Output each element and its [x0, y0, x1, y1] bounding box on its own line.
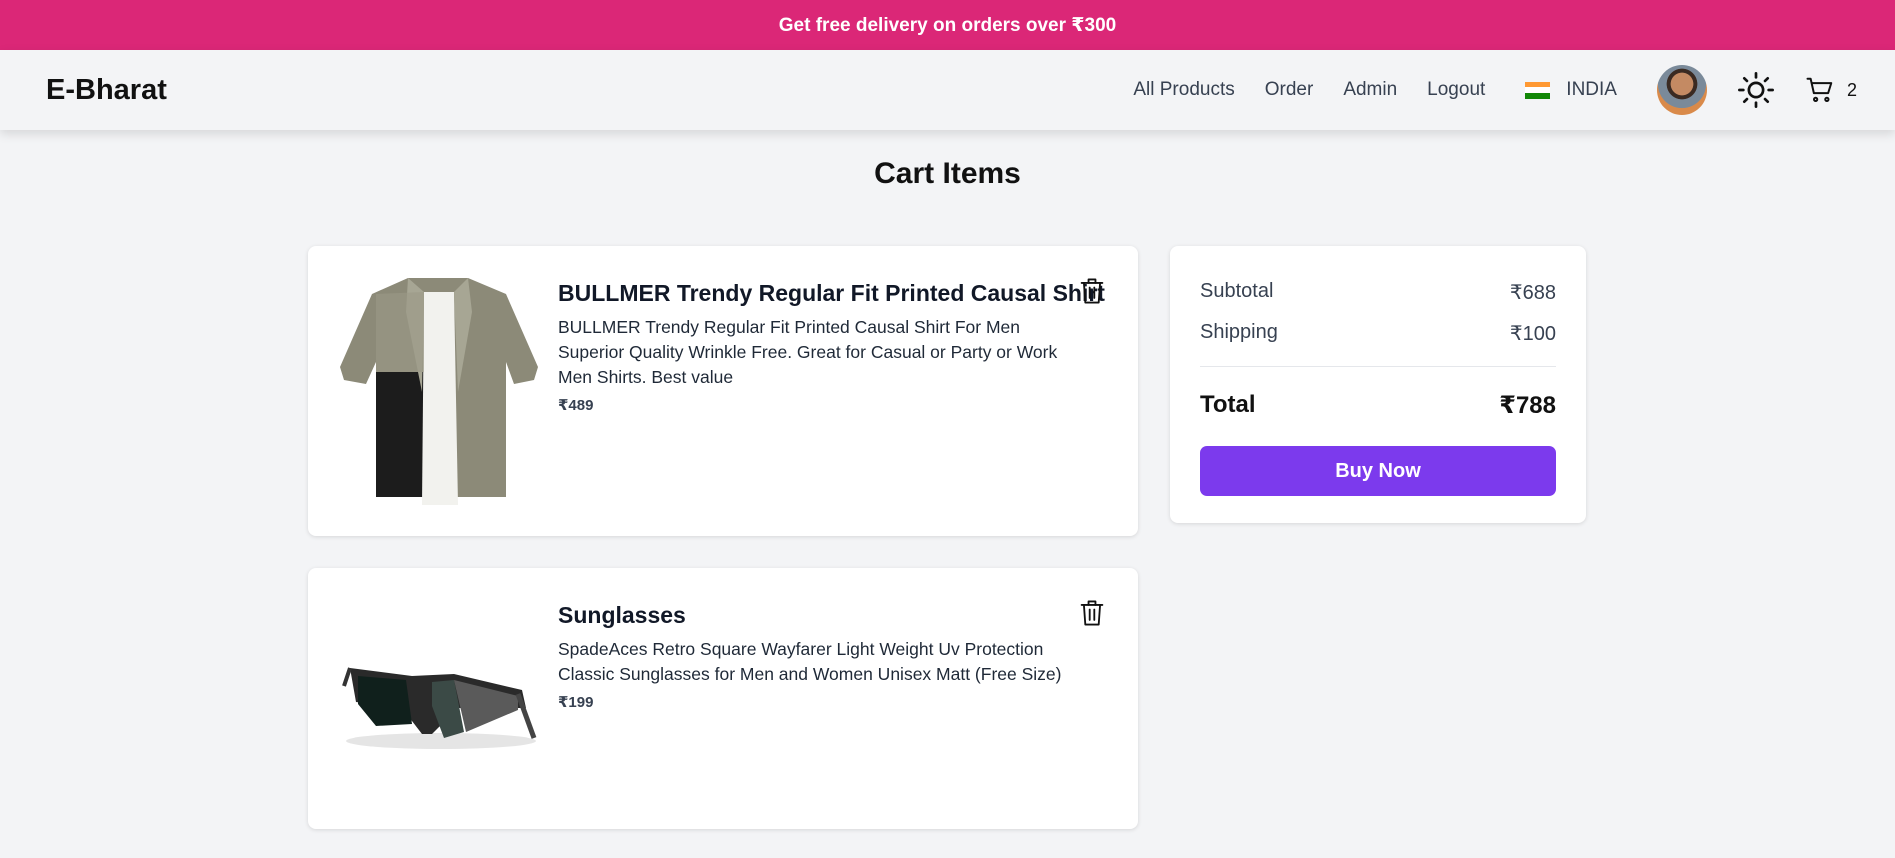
- cart-count: 2: [1846, 79, 1857, 100]
- subtotal-row: Subtotal ₹688: [1200, 280, 1556, 305]
- total-label: Total: [1200, 391, 1256, 418]
- product-price: ₹489: [558, 397, 594, 414]
- cart-item: Sunglasses SpadeAces Retro Square Wayfar…: [308, 568, 1138, 829]
- navbar: E-Bharat All Products Order Admin Logout…: [0, 50, 1895, 130]
- promo-banner: Get free delivery on orders over ₹300: [0, 0, 1895, 50]
- page-title: Cart Items: [874, 157, 1021, 190]
- nav-order[interactable]: Order: [1265, 79, 1314, 101]
- cart-button[interactable]: 2: [1805, 75, 1857, 105]
- cart-item-info: BULLMER Trendy Regular Fit Printed Causa…: [558, 280, 1105, 414]
- shipping-row: Shipping ₹100: [1200, 321, 1556, 346]
- product-title[interactable]: Sunglasses: [558, 602, 1078, 629]
- shipping-value: ₹100: [1509, 323, 1556, 345]
- sun-icon: [1738, 72, 1774, 108]
- nav-admin[interactable]: Admin: [1343, 79, 1397, 101]
- total-row: Total ₹788: [1200, 391, 1556, 420]
- cart-item: BULLMER Trendy Regular Fit Printed Causa…: [308, 246, 1138, 536]
- country-selector[interactable]: INDIA: [1525, 79, 1617, 101]
- theme-toggle-button[interactable]: [1737, 71, 1775, 109]
- nav-links: All Products Order Admin Logout: [1133, 79, 1485, 101]
- product-price: ₹199: [558, 694, 594, 711]
- buy-now-button[interactable]: Buy Now: [1200, 446, 1556, 496]
- total-value: ₹788: [1499, 392, 1556, 419]
- cart-item-info: Sunglasses SpadeAces Retro Square Wayfar…: [558, 602, 1078, 711]
- order-summary: Subtotal ₹688 Shipping ₹100 Total ₹788 B…: [1170, 246, 1586, 523]
- summary-divider: [1200, 366, 1556, 367]
- cart-icon: [1806, 77, 1833, 103]
- shipping-label: Shipping: [1200, 321, 1278, 343]
- subtotal-value: ₹688: [1509, 282, 1556, 304]
- promo-text: Get free delivery on orders over ₹300: [778, 14, 1117, 36]
- product-title[interactable]: BULLMER Trendy Regular Fit Printed Causa…: [558, 280, 1105, 307]
- trash-icon[interactable]: [1078, 598, 1106, 628]
- avatar[interactable]: [1656, 65, 1707, 115]
- shirt-image[interactable]: [336, 272, 541, 505]
- trash-icon[interactable]: [1078, 276, 1106, 306]
- sunglasses-image[interactable]: [336, 646, 541, 756]
- brand-logo[interactable]: E-Bharat: [46, 74, 167, 107]
- subtotal-label: Subtotal: [1200, 280, 1274, 302]
- india-flag-icon: [1525, 81, 1551, 99]
- nav-all-products[interactable]: All Products: [1133, 79, 1234, 101]
- product-description: SpadeAces Retro Square Wayfarer Light We…: [558, 639, 1062, 684]
- product-description: BULLMER Trendy Regular Fit Printed Causa…: [558, 317, 1058, 387]
- country-label: INDIA: [1566, 79, 1617, 100]
- nav-logout[interactable]: Logout: [1427, 79, 1485, 101]
